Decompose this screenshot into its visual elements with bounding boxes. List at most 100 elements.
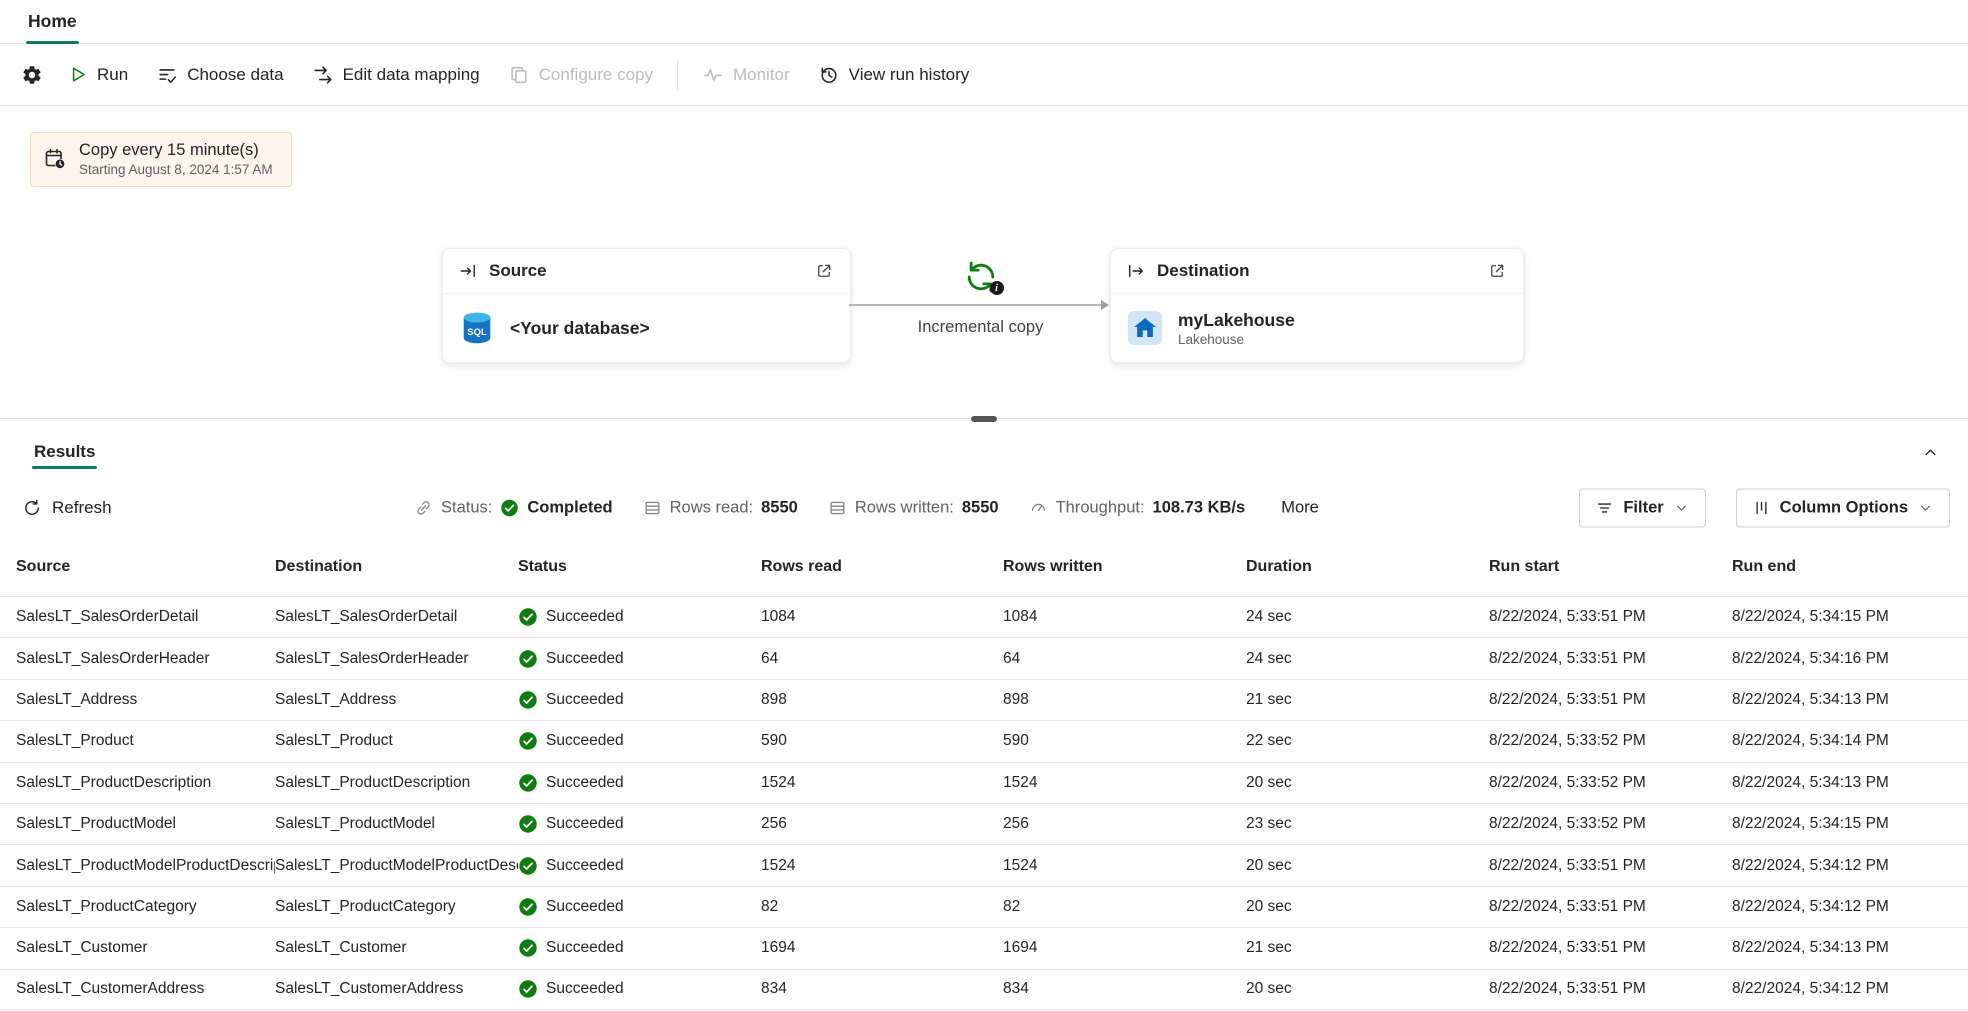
- open-destination-button[interactable]: [1486, 260, 1508, 282]
- succeeded-check-icon: [518, 649, 538, 669]
- cell-status: Succeeded: [518, 814, 761, 834]
- table-row[interactable]: SalesLT_Address SalesLT_Address Succeede…: [0, 679, 1968, 720]
- col-header-status[interactable]: Status: [518, 558, 761, 576]
- source-card[interactable]: Source SQL <Your database>: [442, 248, 851, 363]
- cell-destination: SalesLT_ProductCategory: [275, 898, 518, 916]
- pulse-icon: [702, 64, 724, 86]
- cell-status: Succeeded: [518, 649, 761, 669]
- tab-home[interactable]: Home: [20, 0, 85, 43]
- collapse-results-button[interactable]: [1915, 437, 1946, 468]
- cell-rows-read: 1524: [761, 774, 1003, 792]
- source-entity-name: <Your database>: [510, 318, 650, 339]
- arrow-into-bar-icon: [458, 261, 478, 281]
- destination-card[interactable]: Destination myLakehouse Lakehouse: [1110, 248, 1524, 363]
- table-row[interactable]: SalesLT_ProductCategory SalesLT_ProductC…: [0, 886, 1968, 927]
- view-run-history-button[interactable]: View run history: [805, 55, 983, 95]
- choose-data-button[interactable]: Choose data: [143, 55, 296, 95]
- chevron-up-icon: [1921, 443, 1940, 462]
- cell-rows-read: 256: [761, 815, 1003, 833]
- destination-entity-name: myLakehouse: [1178, 310, 1295, 331]
- col-header-rows-written[interactable]: Rows written: [1003, 558, 1246, 576]
- succeeded-check-icon: [518, 938, 538, 958]
- cell-run-start: 8/22/2024, 5:33:51 PM: [1489, 650, 1732, 668]
- incremental-copy-sync-icon[interactable]: i: [963, 259, 999, 295]
- cell-rows-written: 1694: [1003, 939, 1246, 957]
- cell-rows-read: 1694: [761, 939, 1003, 957]
- col-header-rows-read[interactable]: Rows read: [761, 558, 1003, 576]
- cell-destination: SalesLT_SalesOrderHeader: [275, 650, 518, 668]
- cell-rows-read: 1084: [761, 608, 1003, 626]
- cell-rows-read: 64: [761, 650, 1003, 668]
- cell-source: SalesLT_CustomerAddress: [16, 980, 275, 998]
- cell-source: SalesLT_Product: [16, 732, 275, 750]
- cell-destination: SalesLT_ProductModelProductDescription: [275, 857, 518, 875]
- cell-source: SalesLT_ProductDescription: [16, 774, 275, 792]
- splitter-handle-icon[interactable]: [971, 416, 997, 422]
- cell-rows-written: 256: [1003, 815, 1246, 833]
- table-row[interactable]: SalesLT_Product SalesLT_Product Succeede…: [0, 720, 1968, 761]
- tab-results[interactable]: Results: [26, 425, 103, 479]
- external-link-icon: [815, 262, 833, 280]
- run-label: Run: [97, 65, 128, 85]
- panel-splitter[interactable]: [0, 413, 1968, 425]
- pipeline-flow: Source SQL <Your database>: [442, 248, 1524, 363]
- succeeded-check-icon: [518, 773, 538, 793]
- cell-destination: SalesLT_CustomerAddress: [275, 980, 518, 998]
- choose-data-label: Choose data: [187, 65, 283, 85]
- edit-data-mapping-button[interactable]: Edit data mapping: [299, 55, 493, 95]
- cell-rows-written: 898: [1003, 691, 1246, 709]
- connector-label: Incremental copy: [821, 318, 1140, 337]
- cell-run-start: 8/22/2024, 5:33:52 PM: [1489, 774, 1732, 792]
- metric-status: Status: Completed: [414, 499, 613, 518]
- column-options-button[interactable]: Column Options: [1736, 489, 1950, 528]
- monitor-button: Monitor: [689, 55, 803, 95]
- configure-copy-button: Configure copy: [495, 55, 666, 95]
- col-header-run-end[interactable]: Run end: [1732, 558, 1968, 576]
- col-header-destination[interactable]: Destination: [275, 558, 518, 576]
- cell-status-label: Succeeded: [546, 774, 624, 792]
- settings-button[interactable]: [12, 55, 52, 95]
- table-row[interactable]: SalesLT_ProductDescription SalesLT_Produ…: [0, 762, 1968, 803]
- run-button[interactable]: Run: [54, 55, 141, 94]
- rows-written-label: Rows written:: [855, 499, 954, 518]
- throughput-value: 108.73 KB/s: [1153, 499, 1246, 518]
- succeeded-check-icon: [518, 814, 538, 834]
- cell-duration: 20 sec: [1246, 980, 1489, 998]
- succeeded-check-icon: [518, 856, 538, 876]
- cell-run-start: 8/22/2024, 5:33:51 PM: [1489, 691, 1732, 709]
- status-value: Completed: [527, 499, 612, 518]
- column-options-label: Column Options: [1780, 499, 1908, 518]
- destination-entity-type: Lakehouse: [1178, 332, 1295, 347]
- cell-status: Succeeded: [518, 607, 761, 627]
- column-options-icon: [1752, 499, 1771, 518]
- more-button[interactable]: More: [1275, 495, 1325, 522]
- col-header-run-start[interactable]: Run start: [1489, 558, 1732, 576]
- cell-source: SalesLT_ProductModelProductDescription: [16, 857, 275, 875]
- cell-rows-written: 82: [1003, 898, 1246, 916]
- copy-icon: [508, 64, 530, 86]
- cell-status-label: Succeeded: [546, 650, 624, 668]
- table-row[interactable]: SalesLT_CustomerAddress SalesLT_Customer…: [0, 969, 1968, 1010]
- metric-rows-written: Rows written: 8550: [828, 499, 999, 518]
- results-table: Source Destination Status Rows read Rows…: [0, 537, 1968, 1010]
- table-row[interactable]: SalesLT_SalesOrderDetail SalesLT_SalesOr…: [0, 596, 1968, 637]
- succeeded-check-icon: [518, 897, 538, 917]
- table-row[interactable]: SalesLT_ProductModel SalesLT_ProductMode…: [0, 803, 1968, 844]
- cell-rows-read: 834: [761, 980, 1003, 998]
- open-source-button[interactable]: [813, 260, 835, 282]
- refresh-button[interactable]: Refresh: [14, 492, 120, 524]
- table-row[interactable]: SalesLT_ProductModelProductDescription S…: [0, 844, 1968, 885]
- table-row[interactable]: SalesLT_Customer SalesLT_Customer Succee…: [0, 927, 1968, 968]
- col-header-duration[interactable]: Duration: [1246, 558, 1489, 576]
- calendar-clock-icon: [43, 147, 67, 171]
- refresh-label: Refresh: [52, 498, 112, 518]
- schedule-badge[interactable]: Copy every 15 minute(s) Starting August …: [30, 132, 292, 187]
- metric-rows-read: Rows read: 8550: [643, 499, 798, 518]
- statusbar-actions: Filter Column Options: [1579, 489, 1950, 528]
- results-table-body: SalesLT_SalesOrderDetail SalesLT_SalesOr…: [0, 596, 1968, 1010]
- succeeded-check-icon: [518, 731, 538, 751]
- table-row[interactable]: SalesLT_SalesOrderHeader SalesLT_SalesOr…: [0, 637, 1968, 678]
- filter-button[interactable]: Filter: [1579, 489, 1705, 528]
- cell-rows-read: 898: [761, 691, 1003, 709]
- col-header-source[interactable]: Source: [16, 558, 275, 576]
